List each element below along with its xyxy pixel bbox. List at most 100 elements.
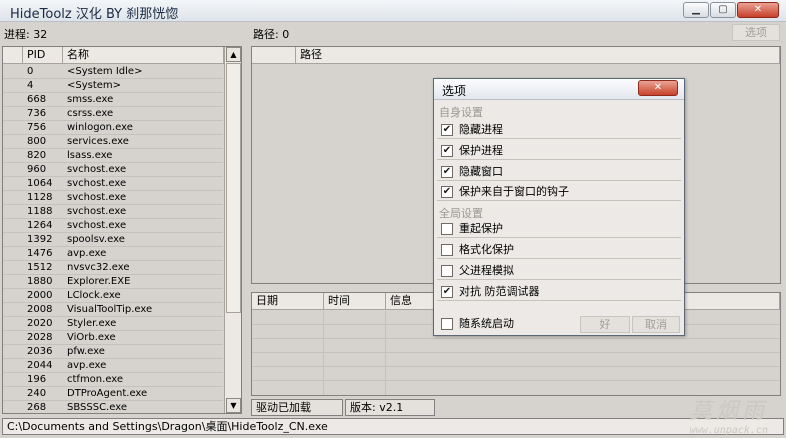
cancel-button[interactable]: 取消 [632, 316, 680, 333]
watermark-url: www.unpack.cn [689, 425, 768, 436]
table-row[interactable]: 756 winlogon.exe [3, 121, 223, 135]
process-pid: 2020 [27, 318, 53, 329]
process-pid: 1064 [27, 178, 53, 189]
process-pid: 1392 [27, 234, 53, 245]
log-col-divider [323, 311, 324, 395]
startup-checkbox[interactable] [441, 318, 453, 330]
table-row[interactable]: 1128 svchost.exe [3, 191, 223, 205]
process-name: services.exe [67, 136, 129, 147]
ok-button[interactable]: 好 [580, 316, 630, 333]
option-restart-protect[interactable]: 重起保护 [437, 220, 681, 238]
table-row[interactable]: 2000 LClock.exe [3, 289, 223, 303]
table-row[interactable]: 1264 svchost.exe [3, 219, 223, 233]
option-label: 随系统启动 [459, 317, 514, 330]
option-anti-debugger[interactable]: ✔ 对抗 防范调试器 [437, 283, 681, 301]
process-name: ViOrb.exe [67, 332, 116, 343]
path-header-blank[interactable] [252, 47, 296, 64]
table-row[interactable]: 800 services.exe [3, 135, 223, 149]
title-bar[interactable]: HideToolz 汉化 BY 刹那恍惚 ▁ ▢ ✕ [0, 0, 786, 22]
watermark: 莫烟雨 www.unpack.cn [690, 393, 768, 436]
table-row[interactable]: 196 ctfmon.exe [3, 373, 223, 387]
table-row[interactable]: 2036 pfw.exe [3, 345, 223, 359]
options-button[interactable]: 选项 [732, 24, 780, 41]
table-row[interactable]: 820 lsass.exe [3, 149, 223, 163]
watermark-title: 莫烟雨 [689, 399, 768, 424]
path-header[interactable]: 路径 [296, 47, 780, 64]
process-pid: 1512 [27, 262, 53, 273]
option-label: 隐藏窗口 [459, 165, 503, 178]
table-row[interactable]: 268 SBSSSC.exe [3, 401, 223, 413]
path-count-label: 路径: 0 [253, 28, 290, 41]
log-header-time[interactable]: 时间 [324, 293, 386, 310]
window-title: HideToolz 汉化 BY 刹那恍惚 [10, 7, 179, 22]
table-row[interactable]: 2028 ViOrb.exe [3, 331, 223, 345]
minimize-button[interactable]: ▁ [683, 2, 709, 18]
process-pid: 736 [27, 108, 47, 119]
table-row[interactable]: 960 svchost.exe [3, 163, 223, 177]
table-row[interactable]: 1064 svchost.exe [3, 177, 223, 191]
scroll-thumb[interactable] [226, 63, 241, 313]
group-global-label: 全局设置 [439, 207, 483, 220]
table-row[interactable]: 2020 Styler.exe [3, 317, 223, 331]
options-dialog[interactable]: 选项 ✕ 自身设置 ✔ 隐藏进程 ✔ 保护进程 ✔ 隐藏窗口 ✔ 保护来自于窗口… [433, 78, 685, 336]
process-name: winlogon.exe [67, 122, 133, 133]
process-pid: 1476 [27, 248, 53, 259]
option-label: 保护来自于窗口的钩子 [459, 185, 569, 198]
process-name: svchost.exe [67, 192, 127, 203]
option-hide-window[interactable]: ✔ 隐藏窗口 [437, 163, 681, 181]
table-row[interactable]: 1392 spoolsv.exe [3, 233, 223, 247]
process-pid: 1128 [27, 192, 53, 203]
process-scrollbar[interactable]: ▲ ▼ [224, 47, 241, 413]
path-status-bar: C:\Documents and Settings\Dragon\桌面\Hide… [2, 418, 784, 435]
option-parent-process-emulate[interactable]: 父进程模拟 [437, 262, 681, 280]
process-name: avp.exe [67, 248, 107, 259]
process-pid: 2044 [27, 360, 53, 371]
table-row[interactable]: 2008 VisualToolTip.exe [3, 303, 223, 317]
options-dialog-titlebar[interactable]: 选项 ✕ [434, 79, 684, 100]
table-row[interactable]: 1880 Explorer.EXE [3, 275, 223, 289]
anti-debugger-checkbox[interactable]: ✔ [441, 286, 453, 298]
format-protect-checkbox[interactable] [441, 244, 453, 256]
option-format-protect[interactable]: 格式化保护 [437, 241, 681, 259]
restart-protect-checkbox[interactable] [441, 223, 453, 235]
table-row[interactable]: 668 smss.exe [3, 93, 223, 107]
process-pid: 2008 [27, 304, 53, 315]
table-row[interactable]: 1512 nvsvc32.exe [3, 261, 223, 275]
table-row[interactable]: 736 csrss.exe [3, 107, 223, 121]
process-name: DTProAgent.exe [67, 388, 148, 399]
option-hide-process[interactable]: ✔ 隐藏进程 [437, 121, 681, 139]
process-header-blank[interactable] [3, 47, 23, 64]
protect-hooks-checkbox[interactable]: ✔ [441, 186, 453, 198]
parent-emulate-checkbox[interactable] [441, 265, 453, 277]
maximize-button[interactable]: ▢ [710, 2, 736, 18]
table-row[interactable]: 4 <System> [3, 79, 223, 93]
process-list-panel[interactable]: PID 名称 0 <System Idle> 4 <System> 668 smss.ex… [2, 46, 242, 414]
hide-window-checkbox[interactable]: ✔ [441, 166, 453, 178]
log-col-divider [385, 311, 386, 395]
process-name: <System> [67, 80, 122, 91]
scroll-up-arrow-icon[interactable]: ▲ [226, 47, 241, 62]
process-list[interactable]: 0 <System Idle> 4 <System> 668 smss.exe 736 csr… [3, 65, 223, 413]
table-row[interactable]: 2044 avp.exe [3, 359, 223, 373]
option-protect-process[interactable]: ✔ 保护进程 [437, 142, 681, 160]
log-header-date[interactable]: 日期 [252, 293, 324, 310]
process-header-pid[interactable]: PID [23, 47, 63, 64]
table-row[interactable]: 1476 avp.exe [3, 247, 223, 261]
table-row[interactable]: 240 DTProAgent.exe [3, 387, 223, 401]
protect-process-checkbox[interactable]: ✔ [441, 145, 453, 157]
option-start-with-system[interactable]: 随系统启动 [437, 315, 525, 333]
process-name: csrss.exe [67, 108, 114, 119]
hide-process-checkbox[interactable]: ✔ [441, 124, 453, 136]
process-pid: 0 [27, 66, 34, 77]
log-row [252, 339, 780, 353]
process-name: spoolsv.exe [67, 234, 125, 245]
scroll-down-arrow-icon[interactable]: ▼ [226, 398, 241, 413]
option-protect-window-hooks[interactable]: ✔ 保护来自于窗口的钩子 [437, 183, 681, 201]
table-row[interactable]: 1188 svchost.exe [3, 205, 223, 219]
table-row[interactable]: 0 <System Idle> [3, 65, 223, 79]
option-label: 隐藏进程 [459, 123, 503, 136]
process-name: Explorer.EXE [67, 276, 131, 287]
process-header-name[interactable]: 名称 [63, 47, 224, 64]
close-button[interactable]: ✕ [737, 2, 779, 18]
options-dialog-close-button[interactable]: ✕ [638, 80, 678, 96]
